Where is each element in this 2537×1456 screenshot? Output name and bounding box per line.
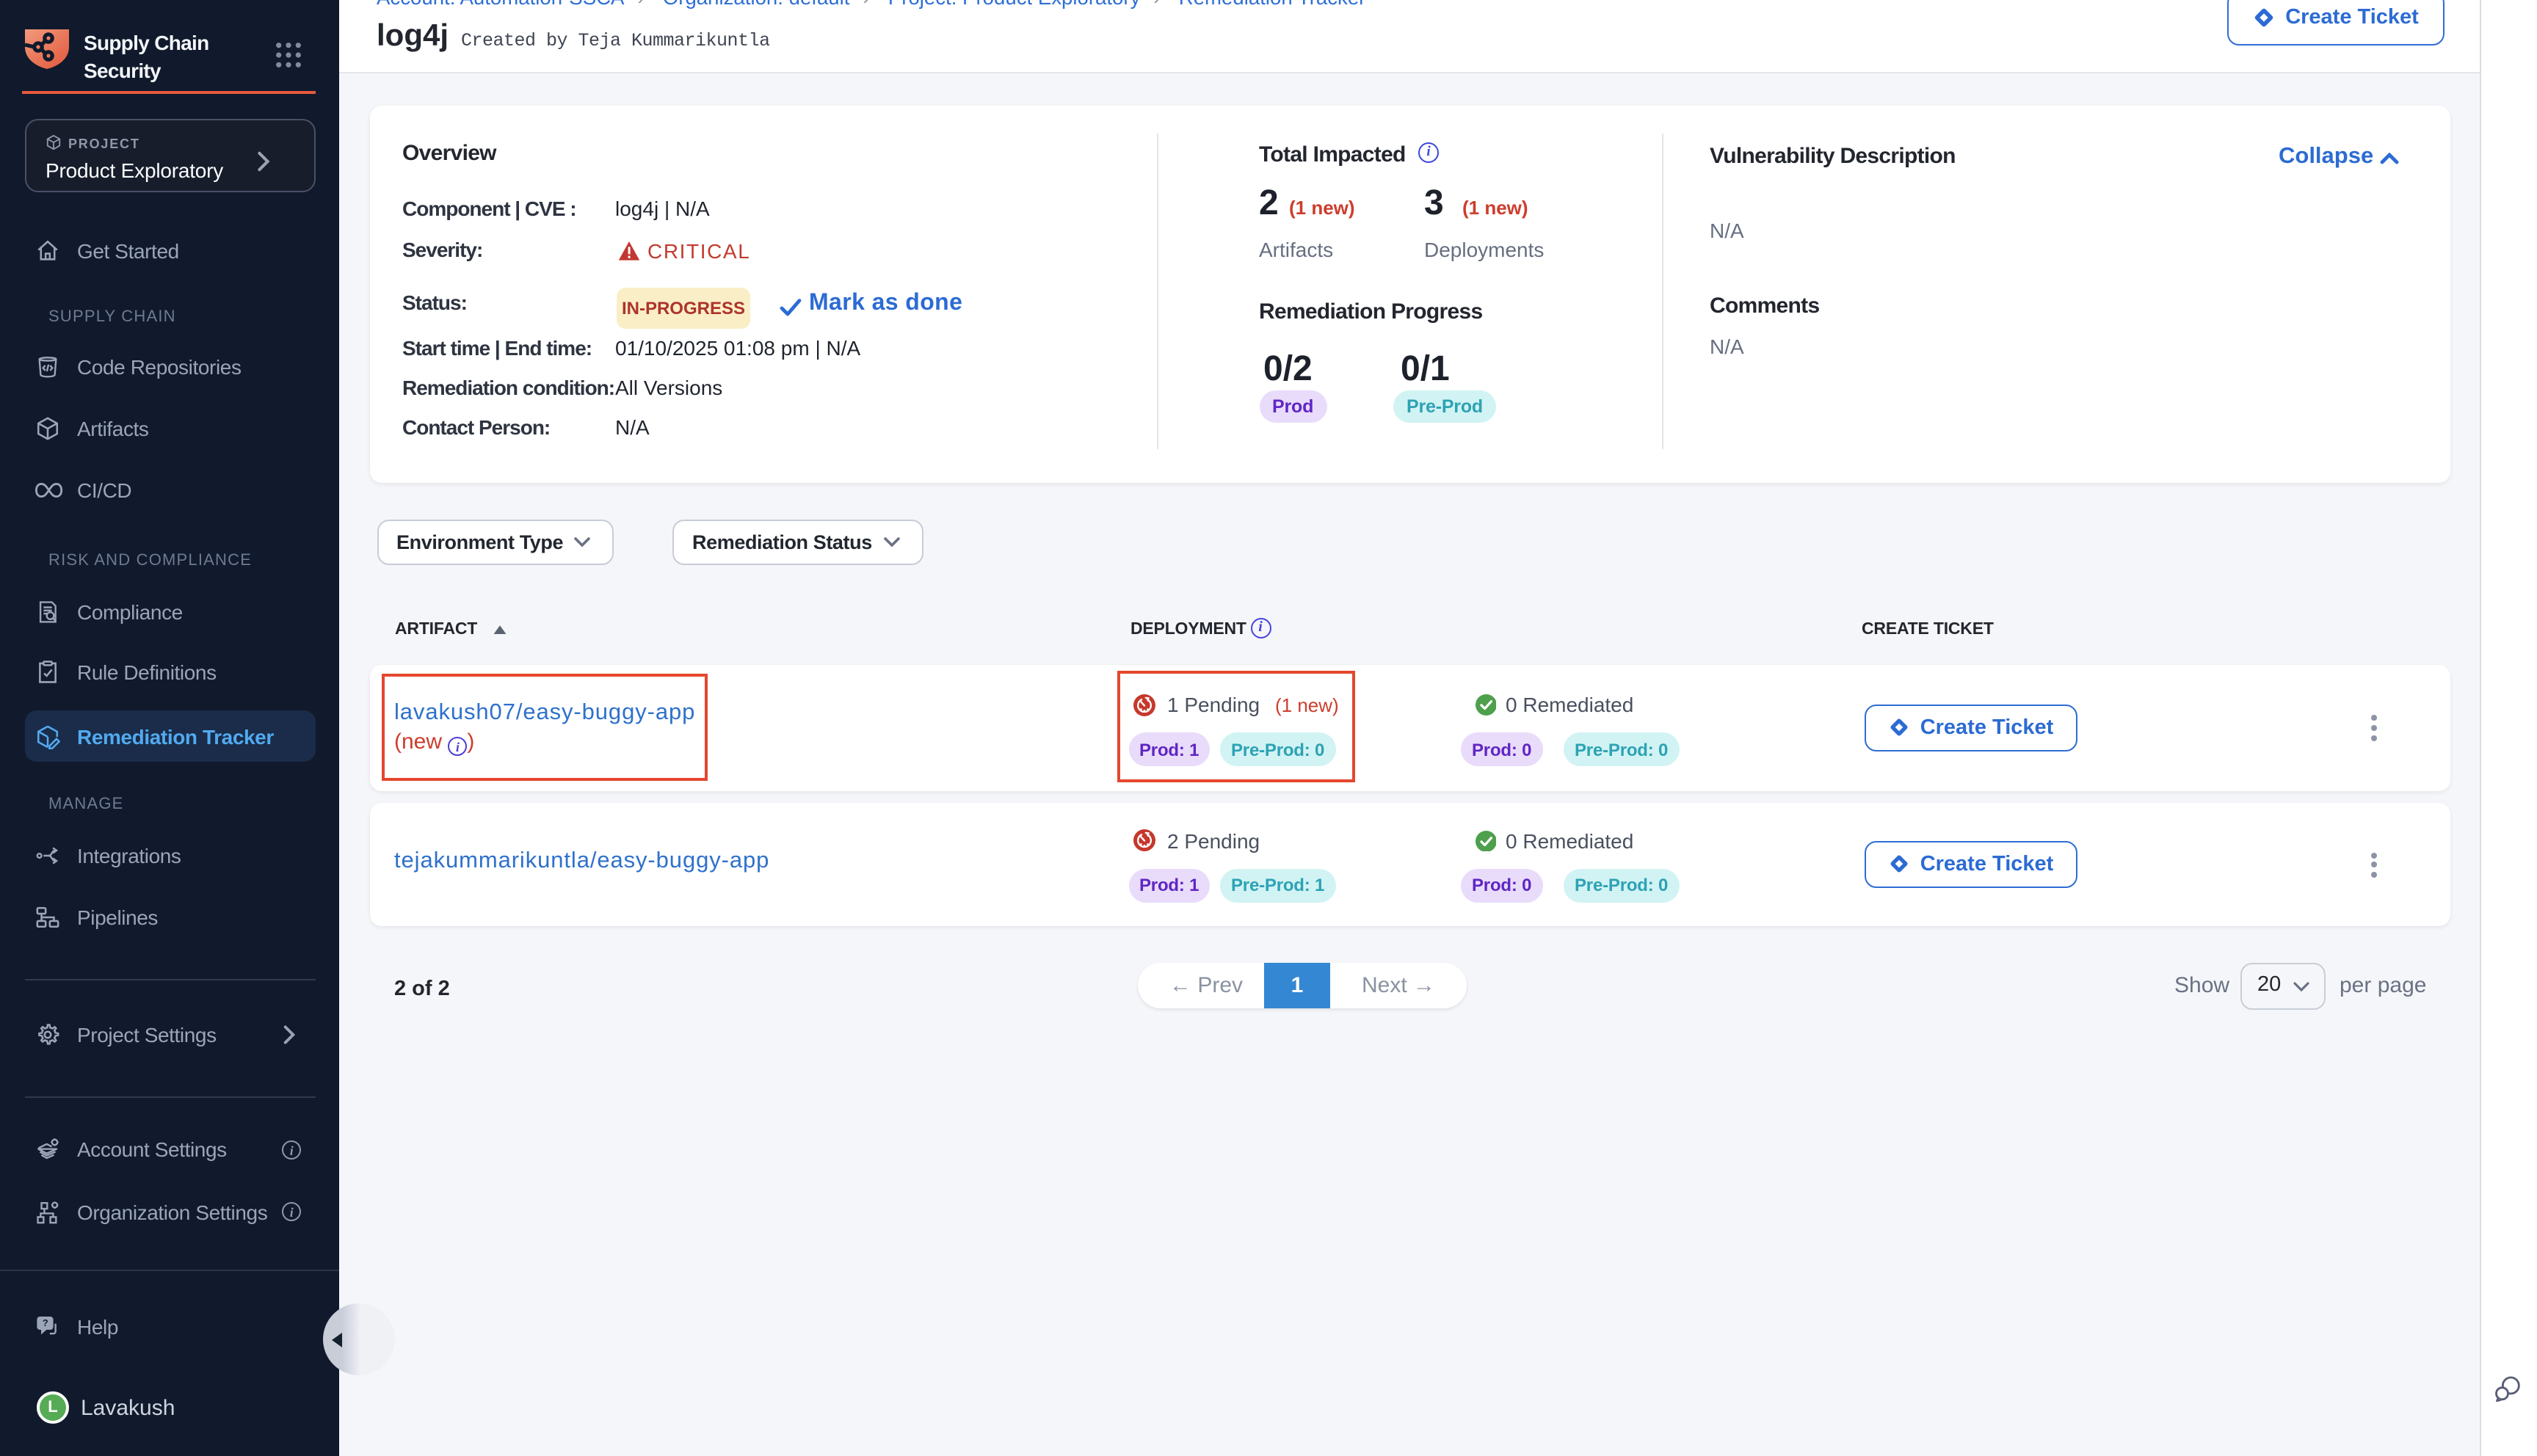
svg-text:?: ? xyxy=(43,1317,48,1328)
